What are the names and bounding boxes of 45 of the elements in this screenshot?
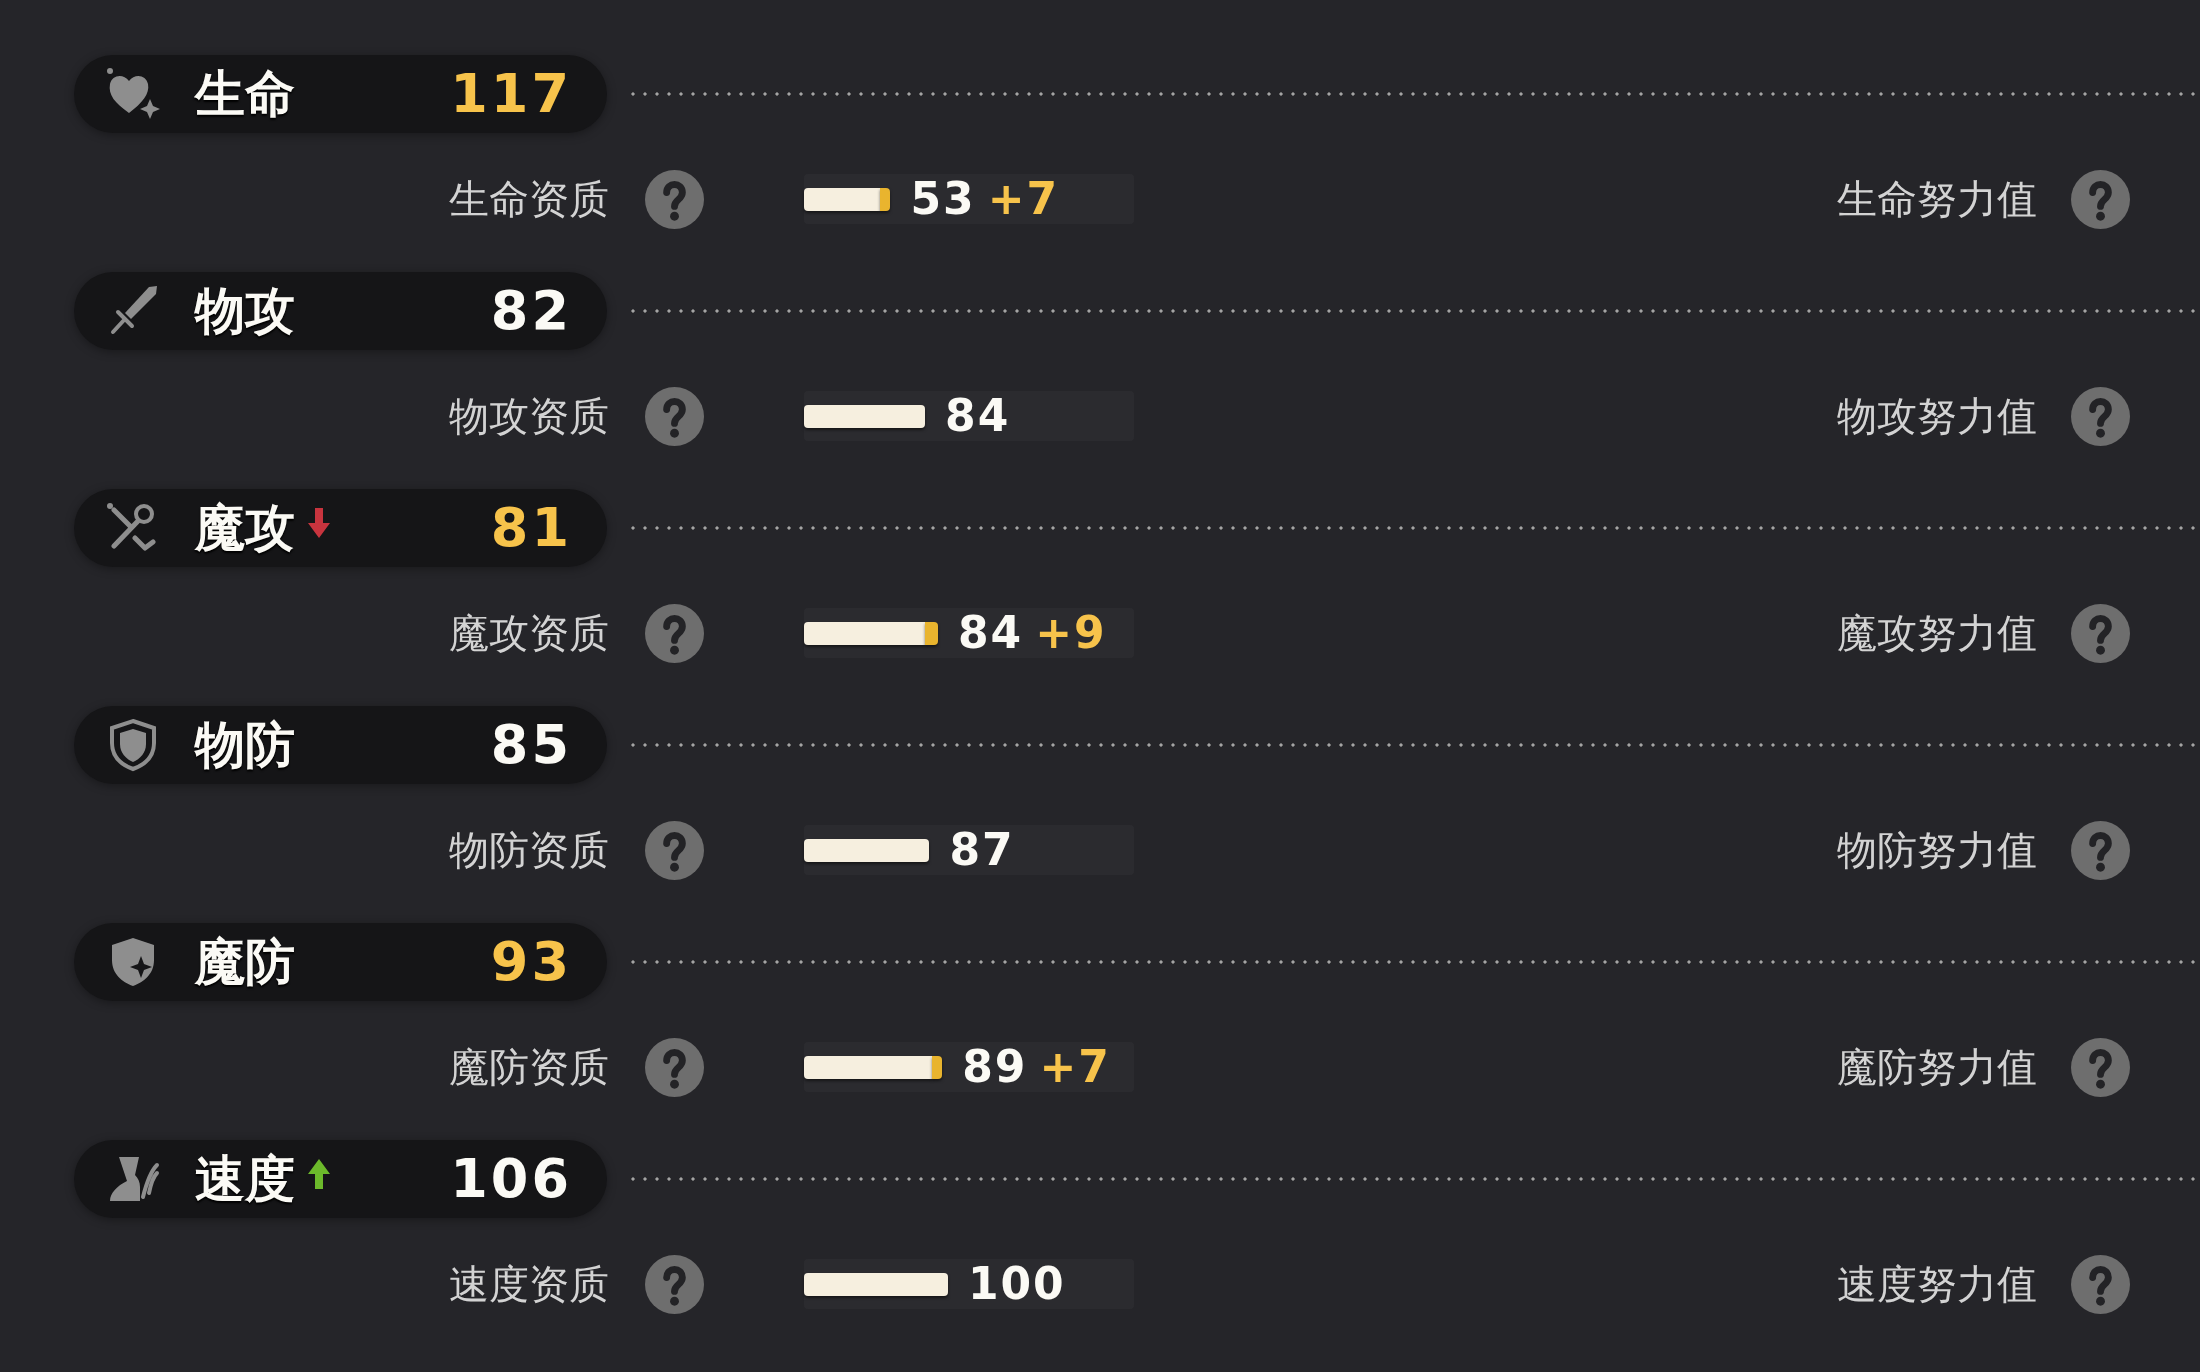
help-icon[interactable] xyxy=(645,386,704,446)
effort-label: 物攻努力值 xyxy=(1837,396,2037,436)
stat-value: 82 xyxy=(490,284,572,338)
stat-name: 物攻 xyxy=(195,286,295,336)
aptitude-value: 53 xyxy=(910,177,976,221)
aptitude-bonus: +7 xyxy=(987,177,1060,221)
aptitude-value: 100 xyxy=(967,1262,1066,1306)
stat-value: 85 xyxy=(490,718,572,772)
aptitude-label: 物防资质 xyxy=(449,830,609,870)
stat-name: 生命 xyxy=(195,69,295,119)
help-icon[interactable] xyxy=(2071,820,2130,880)
help-icon[interactable] xyxy=(645,820,704,880)
stat-name: 物防 xyxy=(195,720,295,770)
effort-label: 魔防努力值 xyxy=(1837,1047,2037,1087)
stat-name: 魔攻 xyxy=(195,503,295,553)
help-icon[interactable] xyxy=(645,1254,704,1314)
help-icon[interactable] xyxy=(645,1037,704,1097)
effort-label: 生命努力值 xyxy=(1837,179,2037,219)
effort-label: 速度努力值 xyxy=(1837,1264,2037,1304)
aptitude-label: 魔防资质 xyxy=(449,1047,609,1087)
help-icon[interactable] xyxy=(2071,603,2130,663)
stat-name: 魔防 xyxy=(195,937,295,987)
help-icon[interactable] xyxy=(2071,169,2130,229)
help-icon[interactable] xyxy=(2071,386,2130,446)
aptitude-bonus: +9 xyxy=(1035,611,1107,655)
stat-value: 93 xyxy=(490,935,572,989)
help-icon[interactable] xyxy=(645,603,704,663)
aptitude-label: 物攻资质 xyxy=(449,396,609,436)
aptitude-label: 魔攻资质 xyxy=(449,613,609,653)
aptitude-value: 89 xyxy=(962,1045,1028,1089)
stat-value: 81 xyxy=(490,501,572,555)
aptitude-value: 87 xyxy=(949,828,1015,872)
effort-label: 魔攻努力值 xyxy=(1837,613,2037,653)
aptitude-label: 生命资质 xyxy=(449,179,609,219)
aptitude-value: 84 xyxy=(945,394,1011,438)
help-icon[interactable] xyxy=(2071,1037,2130,1097)
stat-value: 117 xyxy=(450,67,572,121)
aptitude-bonus: +7 xyxy=(1039,1045,1111,1089)
aptitude-value: 84 xyxy=(957,611,1024,655)
stat-value: 106 xyxy=(450,1152,572,1206)
help-icon[interactable] xyxy=(2071,1254,2130,1314)
effort-label: 物防努力值 xyxy=(1837,830,2037,870)
help-icon[interactable] xyxy=(645,169,704,229)
aptitude-label: 速度资质 xyxy=(449,1264,609,1304)
stat-name: 速度 xyxy=(195,1154,295,1204)
